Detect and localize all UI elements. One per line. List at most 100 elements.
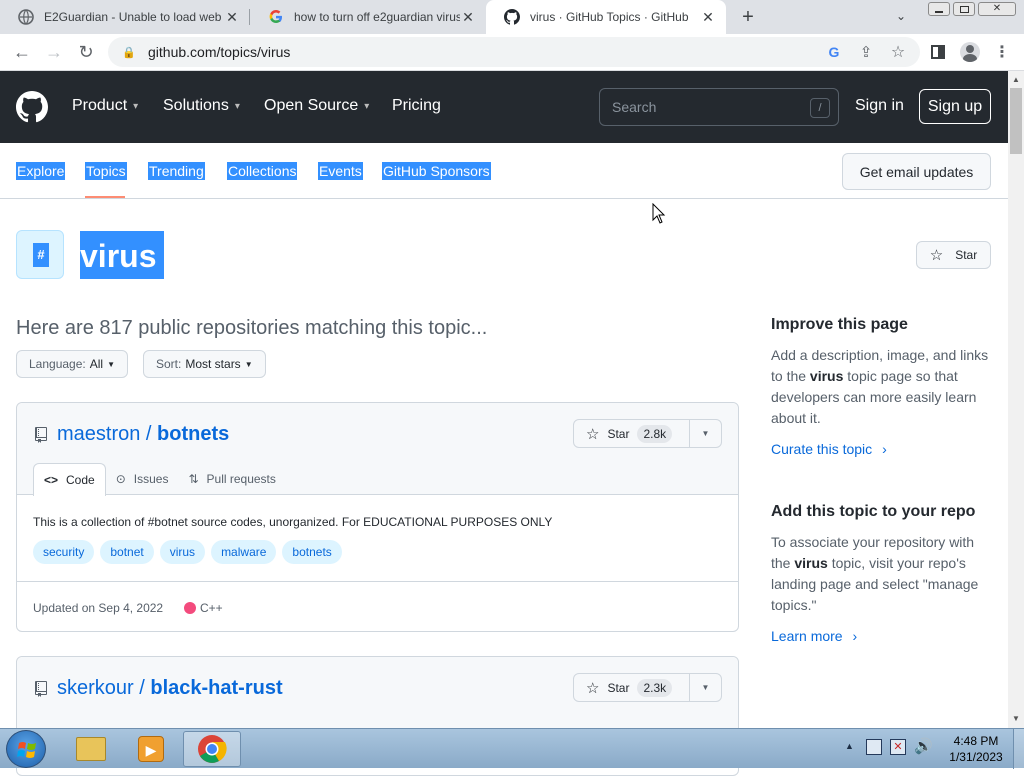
- bookmark-star-icon[interactable]: ☆: [886, 40, 910, 64]
- topic-tag[interactable]: botnet: [100, 540, 154, 564]
- media-player-taskbar-icon[interactable]: ▶: [122, 731, 180, 767]
- topic-tag[interactable]: security: [33, 540, 95, 564]
- star-label: Star: [607, 426, 630, 441]
- star-label: Star: [607, 680, 630, 695]
- side-panel-icon[interactable]: [926, 40, 950, 64]
- repo-owner[interactable]: skerkour: [57, 677, 134, 699]
- nav-open-source[interactable]: Open Source ▾: [264, 97, 369, 115]
- topic-tag[interactable]: malware: [211, 540, 277, 564]
- show-hidden-icons-arrow-icon[interactable]: ▲: [845, 741, 854, 751]
- repo-star-button[interactable]: ☆ Star 2.8k ▼: [573, 419, 722, 448]
- code-icon: <>: [44, 473, 59, 487]
- action-center-flag-icon[interactable]: [866, 739, 882, 755]
- reload-icon[interactable]: ↻: [74, 40, 98, 64]
- tab-search-chevron-icon[interactable]: ⌄: [896, 9, 906, 23]
- sign-in-link[interactable]: Sign in: [855, 97, 904, 115]
- subnav-topics[interactable]: Topics: [85, 162, 127, 180]
- system-clock[interactable]: 4:48 PM 1/31/2023: [944, 733, 1008, 765]
- topic-star-button[interactable]: ☆ Star: [916, 241, 991, 269]
- close-icon[interactable]: ✕: [224, 9, 240, 26]
- topic-tag[interactable]: virus: [159, 540, 206, 564]
- repo-name[interactable]: black-hat-rust: [150, 677, 282, 699]
- subnav-explore[interactable]: Explore: [16, 162, 66, 180]
- more-menu-icon[interactable]: ⋮: [990, 40, 1014, 64]
- get-email-updates-button[interactable]: Get email updates: [842, 153, 991, 190]
- sort-dropdown[interactable]: Sort: Most stars ▼: [143, 350, 266, 378]
- repo-icon: [34, 681, 48, 700]
- add-topic-text: To associate your repository with the vi…: [771, 532, 993, 616]
- star-list-dropdown[interactable]: ▼: [690, 683, 721, 692]
- repo-name[interactable]: botnets: [157, 423, 229, 445]
- repo-full-name[interactable]: maestron / botnets: [57, 423, 229, 446]
- explore-subnav: Explore Topics Trending Collections Even…: [0, 143, 1008, 199]
- file-explorer-taskbar-icon[interactable]: [62, 731, 120, 767]
- nav-solutions[interactable]: Solutions ▾: [163, 97, 240, 115]
- nav-label: Open Source: [264, 97, 359, 114]
- star-count: 2.3k: [637, 678, 673, 697]
- repo-star-button[interactable]: ☆ Star 2.3k ▼: [573, 673, 722, 702]
- volume-icon[interactable]: 🔊: [914, 737, 933, 755]
- nav-label: Solutions: [163, 97, 229, 114]
- chrome-taskbar-icon[interactable]: [183, 731, 241, 767]
- minimize-button[interactable]: [928, 2, 950, 16]
- star-count: 2.8k: [637, 424, 673, 443]
- google-lens-icon[interactable]: G: [822, 40, 846, 64]
- subnav-trending[interactable]: Trending: [148, 162, 205, 180]
- subnav-collections[interactable]: Collections: [227, 162, 298, 180]
- improve-page-text: Add a description, image, and links to t…: [771, 345, 993, 429]
- show-desktop-button[interactable]: [1013, 729, 1024, 769]
- hash-symbol: #: [33, 243, 49, 267]
- topic-tags: security botnet virus malware botnets: [33, 540, 342, 564]
- language-label: Language:: [29, 357, 86, 371]
- page-scrollbar[interactable]: ▲ ▼: [1008, 71, 1024, 728]
- star-part[interactable]: ☆ Star 2.8k: [574, 420, 690, 447]
- curate-topic-link[interactable]: Curate this topic ›: [771, 441, 887, 457]
- network-icon[interactable]: ✕: [890, 739, 906, 755]
- scrollbar-thumb[interactable]: [1010, 88, 1022, 154]
- tab-issues[interactable]: ⊙ Issues: [106, 463, 179, 495]
- language-filter-dropdown[interactable]: Language: All ▼: [16, 350, 128, 378]
- topic-tag[interactable]: botnets: [282, 540, 342, 564]
- repo-icon: [34, 427, 48, 446]
- close-icon[interactable]: ✕: [460, 9, 476, 26]
- back-arrow-icon[interactable]: ←: [10, 40, 34, 64]
- forward-arrow-icon[interactable]: →: [42, 40, 66, 64]
- window-close-button[interactable]: ✕: [978, 2, 1016, 16]
- restore-button[interactable]: [953, 2, 975, 16]
- learn-more-link[interactable]: Learn more ›: [771, 628, 857, 644]
- scroll-down-arrow-icon[interactable]: ▼: [1012, 714, 1020, 723]
- search-shortcut-key: /: [810, 98, 830, 118]
- new-tab-button[interactable]: +: [738, 5, 758, 29]
- e2guardian-favicon: [18, 9, 34, 25]
- tab-label: Pull requests: [206, 472, 276, 486]
- github-logo-icon[interactable]: [16, 91, 48, 123]
- active-tab-underline: [85, 196, 125, 198]
- topic-emphasis: virus: [794, 555, 828, 571]
- nav-product[interactable]: Product ▾: [72, 97, 138, 115]
- search-input[interactable]: Search /: [599, 88, 839, 126]
- start-button[interactable]: [6, 730, 46, 768]
- star-part[interactable]: ☆ Star 2.3k: [574, 674, 690, 701]
- browser-toolbar: ← → ↻ 🔒 github.com/topics/virus G ⇪ ☆ ⋮: [0, 34, 1024, 71]
- sign-up-button[interactable]: Sign up: [919, 89, 991, 124]
- profile-avatar-icon[interactable]: [958, 40, 982, 64]
- star-label: Star: [955, 248, 978, 262]
- tab-code[interactable]: <> Code: [33, 463, 106, 496]
- repo-full-name[interactable]: skerkour / black-hat-rust: [57, 677, 283, 700]
- browser-tab-google-search[interactable]: how to turn off e2guardian virus ✕: [250, 0, 486, 34]
- tab-title: virus · GitHub Topics · GitHub: [530, 10, 689, 24]
- subnav-github-sponsors[interactable]: GitHub Sponsors: [382, 162, 491, 180]
- subnav-events[interactable]: Events: [318, 162, 363, 180]
- star-list-dropdown[interactable]: ▼: [690, 429, 721, 438]
- address-bar[interactable]: 🔒 github.com/topics/virus: [108, 37, 920, 67]
- tab-pull-requests[interactable]: ⇅ Pull requests: [178, 463, 285, 495]
- browser-tab-e2guardian[interactable]: E2Guardian - Unable to load web ✕: [0, 0, 250, 34]
- share-icon[interactable]: ⇪: [854, 40, 878, 64]
- browser-tab-github-topics[interactable]: virus · GitHub Topics · GitHub ✕: [486, 0, 726, 34]
- scroll-up-arrow-icon[interactable]: ▲: [1012, 75, 1020, 84]
- add-topic-heading: Add this topic to your repo: [771, 503, 976, 520]
- repo-owner[interactable]: maestron: [57, 423, 140, 445]
- close-icon[interactable]: ✕: [700, 9, 716, 26]
- nav-pricing[interactable]: Pricing: [392, 97, 441, 115]
- caret-down-icon: ▼: [701, 429, 710, 438]
